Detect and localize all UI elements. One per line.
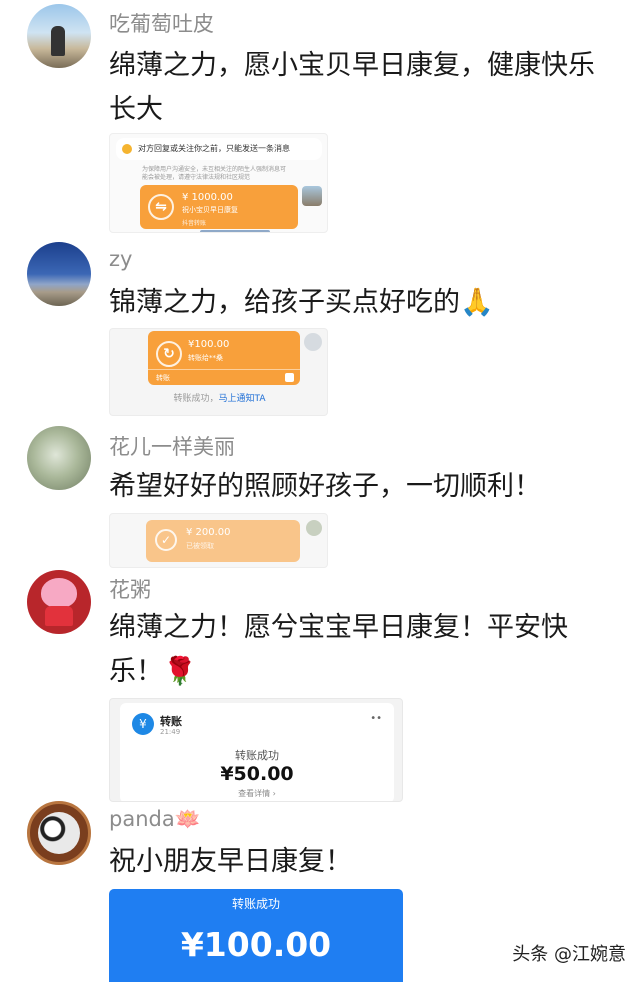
warning-icon <box>122 144 132 154</box>
transfer-screenshot: ✓ ¥ 200.00 已被领取 <box>109 513 328 568</box>
transfer-note: 转账给**桑 <box>188 354 223 362</box>
peppa-dress <box>45 606 73 626</box>
transfer-type: 转账 <box>156 374 170 382</box>
transfer-status: 抖音转账 <box>182 220 207 227</box>
alipay-transfer-icon: ¥ <box>132 713 154 735</box>
username[interactable]: 吃葡萄吐皮 <box>109 8 214 38</box>
avatar[interactable] <box>27 570 91 634</box>
card-divider <box>148 369 300 370</box>
watermark: 头条 @江婉意 <box>512 944 626 965</box>
transfer-panel: ¥ 转账 21:49 •• 转账成功 ¥50.00 查看详情 › <box>120 703 394 801</box>
transfer-amount: ¥ 1000.00 <box>182 192 233 203</box>
username[interactable]: 花粥 <box>109 574 151 604</box>
username[interactable]: 花儿一样美丽 <box>109 431 235 461</box>
brand-icon <box>285 373 294 382</box>
sender-avatar <box>302 186 322 206</box>
notify-link[interactable]: 马上通知TA <box>219 394 266 404</box>
transfer-amount: ¥ 200.00 <box>186 527 231 538</box>
warning-line2: 能会被处理，请遵守法律法规和社区规范 <box>142 174 251 181</box>
bottom-bar <box>200 230 270 232</box>
comment-text: 绵薄之力！愿兮宝宝早日康复！平安快乐！🌹 <box>109 612 568 687</box>
transfer-screenshot: ¥ 转账 21:49 •• 转账成功 ¥50.00 查看详情 › <box>109 698 403 802</box>
transfer-note: 祝小宝贝早日康复 <box>182 206 238 214</box>
check-icon: ✓ <box>155 529 177 551</box>
transfer-icon: ↻ <box>156 341 182 367</box>
avatar[interactable] <box>27 242 91 306</box>
transfer-screenshot: 对方回复或关注你之前，只能发送一条消息 为保障用户沟通安全，未互相关注的陌生人强… <box>109 133 328 233</box>
comment-item: 花儿一样美丽 希望好好的照顾好孩子，一切顺利！ ✓ ¥ 200.00 已被领取 <box>0 420 640 570</box>
transfer-card[interactable]: ✓ ¥ 200.00 已被领取 <box>146 520 300 562</box>
detail-link[interactable]: 查看详情 › <box>120 788 394 799</box>
transfer-screenshot: ↻ ¥100.00 转账给**桑 转账 转账成功，马上通知TA <box>109 328 328 416</box>
sender-avatar <box>306 520 322 536</box>
transfer-screenshot: 转账成功 ¥100.00 <box>109 889 403 982</box>
username[interactable]: zy <box>109 247 132 271</box>
transfer-card[interactable]: ⇋ ¥ 1000.00 祝小宝贝早日康复 抖音转账 <box>140 185 298 229</box>
username[interactable]: panda🪷 <box>109 807 201 832</box>
transfer-amount: ¥50.00 <box>220 763 294 785</box>
avatar[interactable] <box>27 426 91 490</box>
comment-item: 吃葡萄吐皮 绵薄之力，愿小宝贝早日康复，健康快乐长大 对方回复或关注你之前，只能… <box>0 0 640 240</box>
transfer-amount: ¥100.00 <box>188 339 230 350</box>
comment-text: 祝小朋友早日康复！ <box>109 846 352 877</box>
peppa-face <box>41 578 77 608</box>
transfer-time: 21:49 <box>160 728 181 736</box>
transfer-icon: ⇋ <box>148 194 174 220</box>
avatar-figure <box>51 26 65 56</box>
transfer-status: 转账成功 <box>235 749 279 762</box>
transfer-status: 转账成功 <box>231 897 280 911</box>
more-icon[interactable]: •• <box>370 713 382 724</box>
comment-item: zy 锦薄之力，给孩子买点好吃的🙏 ↻ ¥100.00 转账给**桑 转账 转账… <box>0 238 640 424</box>
comment-text: 绵薄之力，愿小宝贝早日康复，健康快乐长大 <box>109 50 595 125</box>
notice-text: 对方回复或关注你之前，只能发送一条消息 <box>138 144 290 153</box>
comment-text: 锦薄之力，给孩子买点好吃的🙏 <box>109 287 494 318</box>
transfer-amount: ¥100.00 <box>180 925 332 964</box>
transfer-title: 转账 <box>160 715 182 728</box>
result-text: 转账成功， <box>173 394 219 404</box>
result-line: 转账成功，马上通知TA <box>110 391 327 404</box>
avatar[interactable] <box>27 4 91 68</box>
comment-text: 希望好好的照顾好孩子，一切顺利！ <box>109 471 541 502</box>
transfer-card[interactable]: ↻ ¥100.00 转账给**桑 转账 <box>148 331 300 385</box>
receiver-avatar <box>304 333 322 351</box>
avatar[interactable] <box>27 801 91 865</box>
panda-photo <box>38 812 80 854</box>
notice-bar: 对方回复或关注你之前，只能发送一条消息 <box>116 138 322 160</box>
transfer-note: 已被领取 <box>186 542 214 550</box>
comment-item: 花粥 绵薄之力！愿兮宝宝早日康复！平安快乐！🌹 ¥ 转账 21:49 •• 转账… <box>0 566 640 802</box>
